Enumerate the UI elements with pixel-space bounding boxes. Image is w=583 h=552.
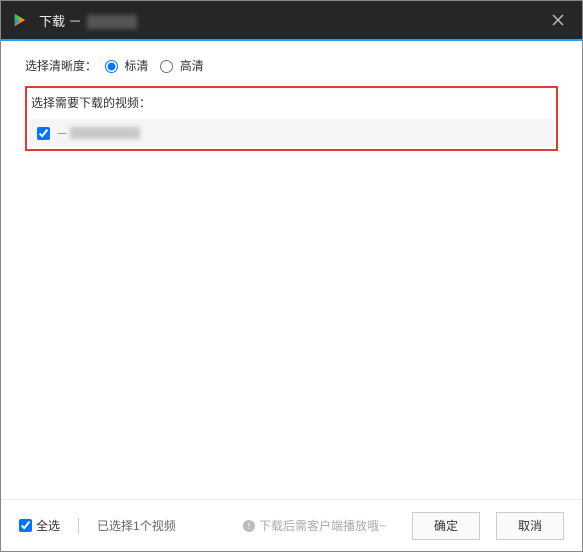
quality-option-sd-label: 标清 <box>124 59 148 73</box>
titlebar: 下载 － <box>1 1 582 39</box>
select-all-checkbox[interactable] <box>19 519 32 532</box>
quality-option-sd[interactable]: 标清 <box>105 57 148 74</box>
app-logo-icon <box>11 11 29 29</box>
download-dialog: 下载 － 选择清晰度： 标清 高清 选择需要下载的视频： <box>0 0 583 552</box>
select-all-label: 全选 <box>36 517 60 534</box>
video-list-item[interactable]: － <box>29 119 554 147</box>
quality-radio-sd[interactable] <box>105 60 118 73</box>
selected-count: 已选择1个视频 <box>97 517 176 534</box>
close-icon <box>552 14 564 26</box>
video-list-heading: 选择需要下载的视频： <box>29 90 554 119</box>
download-hint: ! 下载后需客户端播放哦~ <box>243 517 386 534</box>
window-title: 下载 － <box>39 11 137 30</box>
quality-option-hd[interactable]: 高清 <box>160 57 203 74</box>
window-title-prefix: 下载 － <box>39 14 82 29</box>
dialog-content: 选择清晰度： 标清 高清 选择需要下载的视频： － <box>1 41 582 499</box>
video-item-name-obscured <box>70 127 140 139</box>
video-item-dash: － <box>56 125 68 142</box>
cancel-button[interactable]: 取消 <box>496 512 564 540</box>
annotation-highlight: 选择需要下载的视频： － <box>25 86 558 151</box>
footer-divider <box>78 518 79 534</box>
quality-label: 选择清晰度： <box>25 57 97 74</box>
quality-radio-hd[interactable] <box>160 60 173 73</box>
close-button[interactable] <box>544 6 572 34</box>
video-list-empty-area <box>25 151 558 489</box>
quality-option-hd-label: 高清 <box>180 59 204 73</box>
info-icon: ! <box>243 520 255 532</box>
confirm-button[interactable]: 确定 <box>412 512 480 540</box>
select-all[interactable]: 全选 <box>19 517 60 534</box>
quality-row: 选择清晰度： 标清 高清 <box>25 57 558 74</box>
download-hint-text: 下载后需客户端播放哦~ <box>259 517 386 534</box>
dialog-footer: 全选 已选择1个视频 ! 下载后需客户端播放哦~ 确定 取消 <box>1 499 582 551</box>
video-item-checkbox[interactable] <box>37 127 50 140</box>
window-title-obscured <box>87 15 137 29</box>
